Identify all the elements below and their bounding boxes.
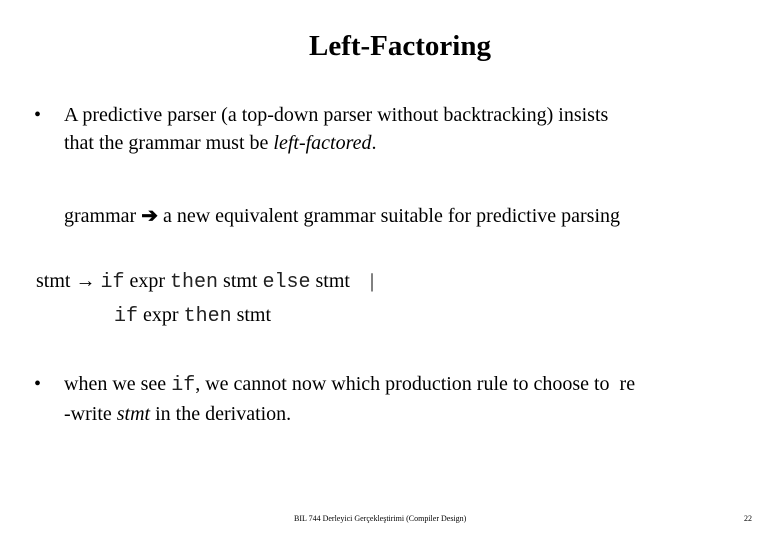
keyword-if: if: [114, 305, 139, 328]
bullet1-line2: that the grammar must be left-factored.: [64, 132, 377, 155]
text: that the grammar must be: [64, 132, 274, 154]
text: .: [371, 132, 377, 154]
code-if: if: [171, 374, 196, 397]
text: when we see: [64, 373, 172, 395]
bullet1-line1: A predictive parser (a top-down parser w…: [64, 104, 609, 126]
nonterminal-stmt: stmt: [231, 304, 272, 326]
keyword-then: then: [170, 271, 219, 294]
keyword-else: else: [262, 271, 311, 294]
alternative-bar: |: [369, 270, 374, 292]
emphasis-text: left-factored: [273, 132, 372, 154]
target-grammar: a new equivalent grammar suitable for pr…: [162, 205, 621, 227]
page-number: 22: [744, 514, 752, 523]
keyword-if: if: [100, 271, 125, 294]
nonterminal-expr: expr: [124, 270, 171, 292]
bullet2-line2: -write stmt in the derivation.: [64, 403, 291, 426]
slide-footer: BIL 744 Derleyici Gerçekleştirimi (Compi…: [294, 514, 467, 523]
nonterminal-expr: expr: [138, 304, 184, 326]
text: -write: [64, 403, 117, 425]
production-lhs: stmt: [36, 270, 71, 292]
production-alt1: stmt → if expr then stmt else stmt |: [36, 270, 374, 294]
transform-line: grammar ➔ a new equivalent grammar suita…: [64, 203, 620, 228]
production-alt2: if expr then stmt: [114, 304, 271, 328]
nonterminal-stmt: stmt: [310, 270, 355, 292]
bullet2-line1: when we see if, we cannot now which prod…: [64, 373, 635, 397]
bullet-marker: •: [34, 373, 42, 395]
text: in the derivation.: [150, 403, 292, 425]
bullet-marker: •: [34, 104, 42, 126]
slide-title: Left-Factoring: [309, 30, 491, 62]
source-grammar: grammar: [64, 205, 137, 227]
keyword-then: then: [183, 305, 232, 328]
nonterminal-stmt: stmt: [218, 270, 263, 292]
produces-arrow-icon: →: [75, 270, 96, 292]
right-arrow-icon: ➔: [141, 205, 158, 227]
text: , we cannot now which production rule to…: [195, 373, 636, 395]
emphasis-text: stmt: [116, 403, 151, 425]
